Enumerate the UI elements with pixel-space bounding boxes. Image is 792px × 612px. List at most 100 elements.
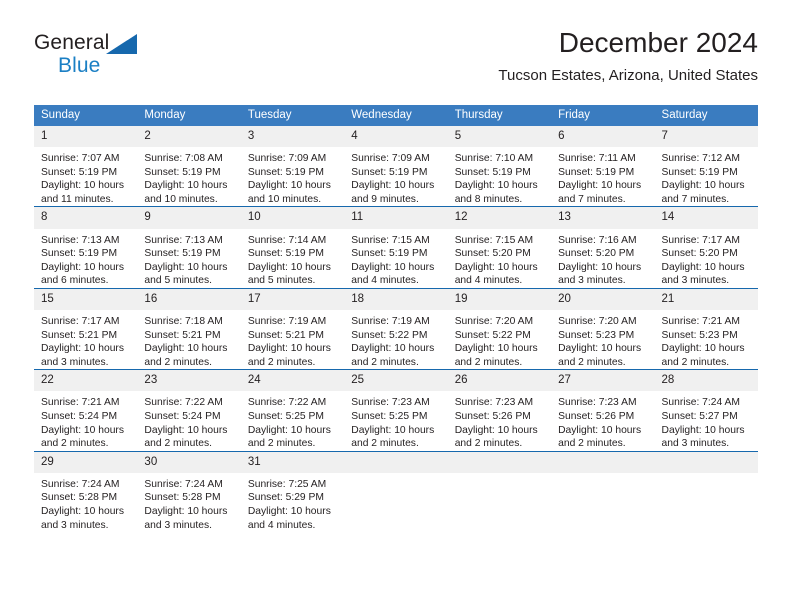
- day-detail-line: and 9 minutes.: [351, 193, 419, 205]
- day-detail-line: Daylight: 10 hours: [144, 180, 228, 192]
- day-detail-line: Daylight: 10 hours: [41, 180, 124, 192]
- day-number: [447, 451, 552, 473]
- day-detail-line: Daylight: 10 hours: [558, 424, 642, 436]
- day-number: 17: [240, 288, 345, 310]
- day-detail-line: Sunset: 5:19 PM: [351, 248, 428, 260]
- calendar-day-cell[interactable]: 24 Sunrise: 7:22 AM Sunset: 5:25 PM Dayligh…: [240, 369, 345, 452]
- day-detail-line: and 2 minutes.: [558, 438, 626, 450]
- day-details: Sunrise: 7:11 AM Sunset: 5:19 PM Daylight:…: [551, 147, 654, 206]
- calendar-day-cell[interactable]: 7 Sunrise: 7:12 AM Sunset: 5:19 PM Daylight…: [654, 126, 758, 207]
- page-title: December 2024: [558, 27, 758, 58]
- day-detail-line: Sunset: 5:28 PM: [144, 492, 221, 504]
- day-detail-line: and 3 minutes.: [661, 438, 730, 450]
- day-detail-line: Sunset: 5:24 PM: [41, 410, 118, 422]
- logo-triangle-icon: [106, 34, 137, 54]
- calendar-empty-cell: [551, 450, 655, 533]
- calendar-day-cell[interactable]: 23 Sunrise: 7:22 AM Sunset: 5:24 PM Dayligh…: [137, 369, 241, 452]
- day-details: Sunrise: 7:10 AM Sunset: 5:19 PM Daylight:…: [448, 147, 551, 206]
- day-number: 6: [551, 126, 655, 148]
- calendar-day-cell[interactable]: 19 Sunrise: 7:20 AM Sunset: 5:22 PM Dayligh…: [447, 287, 552, 370]
- day-number: 20: [551, 288, 655, 310]
- day-detail-line: and 7 minutes.: [558, 193, 626, 205]
- calendar-day-cell[interactable]: 14 Sunrise: 7:17 AM Sunset: 5:20 PM Dayligh…: [654, 206, 758, 289]
- logo-text-general: General: [34, 31, 110, 54]
- day-detail-line: and 3 minutes.: [558, 275, 626, 287]
- calendar-day-cell[interactable]: 1 Sunrise: 7:07 AM Sunset: 5:19 PM Daylight…: [34, 126, 138, 207]
- day-detail-line: Sunset: 5:21 PM: [144, 329, 221, 341]
- calendar-day-cell[interactable]: 17 Sunrise: 7:19 AM Sunset: 5:21 PM Dayligh…: [240, 287, 345, 370]
- day-details: Sunrise: 7:17 AM Sunset: 5:21 PM Daylight:…: [34, 310, 137, 369]
- weekday-header-wednesday: Wednesday: [344, 105, 448, 126]
- day-number: [654, 451, 758, 473]
- calendar-day-cell[interactable]: 16 Sunrise: 7:18 AM Sunset: 5:21 PM Dayligh…: [137, 287, 241, 370]
- calendar-day-cell[interactable]: 31 Sunrise: 7:25 AM Sunset: 5:29 PM Dayligh…: [240, 450, 345, 533]
- day-detail-line: Sunrise: 7:24 AM: [41, 478, 120, 490]
- day-details: Sunrise: 7:24 AM Sunset: 5:28 PM Daylight:…: [137, 473, 240, 532]
- day-detail-line: Sunrise: 7:25 AM: [247, 478, 327, 490]
- day-detail-line: Sunset: 5:20 PM: [661, 248, 738, 260]
- day-number: 11: [344, 207, 448, 229]
- day-detail-line: Daylight: 10 hours: [661, 180, 745, 192]
- day-detail-line: Sunset: 5:25 PM: [351, 410, 428, 422]
- day-detail-line: and 2 minutes.: [661, 356, 730, 368]
- calendar-day-cell[interactable]: 3 Sunrise: 7:09 AM Sunset: 5:19 PM Daylight…: [240, 126, 345, 207]
- calendar-day-cell[interactable]: 27 Sunrise: 7:23 AM Sunset: 5:26 PM Dayligh…: [551, 369, 655, 452]
- calendar-day-cell[interactable]: 9 Sunrise: 7:13 AM Sunset: 5:19 PM Daylight…: [137, 206, 241, 289]
- day-details: Sunrise: 7:22 AM Sunset: 5:25 PM Daylight:…: [241, 391, 344, 450]
- day-detail-line: Sunrise: 7:19 AM: [247, 315, 327, 327]
- day-detail-line: Sunset: 5:19 PM: [247, 248, 324, 260]
- calendar-day-cell[interactable]: 10 Sunrise: 7:14 AM Sunset: 5:19 PM Dayligh…: [240, 206, 345, 289]
- day-details: Sunrise: 7:19 AM Sunset: 5:21 PM Daylight:…: [241, 310, 344, 369]
- day-detail-line: Sunset: 5:25 PM: [247, 410, 324, 422]
- day-detail-line: and 8 minutes.: [454, 193, 523, 205]
- day-detail-line: Sunrise: 7:23 AM: [558, 397, 637, 409]
- calendar-day-cell[interactable]: 11 Sunrise: 7:15 AM Sunset: 5:19 PM Dayligh…: [344, 206, 448, 289]
- calendar-day-cell[interactable]: 15 Sunrise: 7:17 AM Sunset: 5:21 PM Dayligh…: [34, 287, 138, 370]
- day-detail-line: Sunset: 5:21 PM: [41, 329, 118, 341]
- calendar-day-cell[interactable]: 22 Sunrise: 7:21 AM Sunset: 5:24 PM Dayligh…: [34, 369, 138, 452]
- calendar-day-cell[interactable]: 8 Sunrise: 7:13 AM Sunset: 5:19 PM Daylight…: [34, 206, 138, 289]
- day-detail-line: Sunrise: 7:08 AM: [144, 153, 223, 165]
- day-details: Sunrise: 7:23 AM Sunset: 5:26 PM Daylight:…: [551, 391, 654, 450]
- calendar-day-cell[interactable]: 30 Sunrise: 7:24 AM Sunset: 5:28 PM Dayligh…: [137, 450, 241, 533]
- calendar-day-cell[interactable]: 12 Sunrise: 7:15 AM Sunset: 5:20 PM Dayligh…: [447, 206, 552, 289]
- day-details: Sunrise: 7:19 AM Sunset: 5:22 PM Daylight:…: [344, 310, 447, 369]
- day-detail-line: Sunrise: 7:24 AM: [144, 478, 223, 490]
- day-number: 26: [447, 370, 552, 392]
- day-detail-line: Daylight: 10 hours: [454, 424, 538, 436]
- day-number: 12: [447, 207, 552, 229]
- calendar-header-row: Sunday Monday Tuesday Wednesday Thursday…: [34, 105, 758, 126]
- weekday-header-tuesday: Tuesday: [240, 105, 345, 126]
- day-detail-line: Sunrise: 7:07 AM: [41, 153, 120, 165]
- calendar-day-cell[interactable]: 2 Sunrise: 7:08 AM Sunset: 5:19 PM Daylight…: [137, 126, 241, 207]
- day-detail-line: and 6 minutes.: [41, 275, 109, 287]
- day-details: Sunrise: 7:07 AM Sunset: 5:19 PM Daylight:…: [34, 147, 137, 206]
- day-detail-line: and 3 minutes.: [144, 519, 212, 531]
- day-detail-line: Sunset: 5:26 PM: [454, 410, 531, 422]
- calendar-day-cell[interactable]: 4 Sunrise: 7:09 AM Sunset: 5:19 PM Daylight…: [344, 126, 448, 207]
- general-blue-logo[interactable]: General Blue: [34, 32, 214, 88]
- day-detail-line: Daylight: 10 hours: [247, 180, 331, 192]
- calendar-day-cell[interactable]: 5 Sunrise: 7:10 AM Sunset: 5:19 PM Daylight…: [447, 126, 552, 207]
- calendar-day-cell[interactable]: 20 Sunrise: 7:20 AM Sunset: 5:23 PM Dayligh…: [551, 287, 655, 370]
- day-detail-line: Sunset: 5:22 PM: [351, 329, 428, 341]
- day-number: 18: [344, 288, 448, 310]
- calendar-day-cell[interactable]: 13 Sunrise: 7:16 AM Sunset: 5:20 PM Dayligh…: [551, 206, 655, 289]
- calendar-empty-cell: [654, 450, 758, 533]
- day-detail-line: Sunset: 5:19 PM: [558, 166, 635, 178]
- calendar-day-cell[interactable]: 21 Sunrise: 7:21 AM Sunset: 5:23 PM Dayligh…: [654, 287, 758, 370]
- calendar-day-cell[interactable]: 29 Sunrise: 7:24 AM Sunset: 5:28 PM Dayligh…: [34, 450, 138, 533]
- day-detail-line: Sunrise: 7:13 AM: [144, 234, 223, 246]
- day-detail-line: and 2 minutes.: [247, 438, 316, 450]
- page-subtitle: Tucson Estates, Arizona, United States: [498, 66, 758, 84]
- calendar-day-cell[interactable]: 18 Sunrise: 7:19 AM Sunset: 5:22 PM Dayligh…: [344, 287, 448, 370]
- day-number: 22: [34, 370, 138, 392]
- day-detail-line: Sunrise: 7:11 AM: [558, 153, 636, 165]
- calendar-week-row: 8 Sunrise: 7:13 AM Sunset: 5:19 PM Daylight…: [34, 206, 758, 289]
- calendar-day-cell[interactable]: 26 Sunrise: 7:23 AM Sunset: 5:26 PM Dayligh…: [447, 369, 552, 452]
- day-detail-line: Sunrise: 7:23 AM: [454, 397, 534, 409]
- calendar-day-cell[interactable]: 25 Sunrise: 7:23 AM Sunset: 5:25 PM Dayligh…: [344, 369, 448, 452]
- calendar-day-cell[interactable]: 6 Sunrise: 7:11 AM Sunset: 5:19 PM Daylight…: [551, 126, 655, 207]
- day-details: Sunrise: 7:13 AM Sunset: 5:19 PM Daylight:…: [137, 229, 240, 288]
- calendar-day-cell[interactable]: 28 Sunrise: 7:24 AM Sunset: 5:27 PM Dayligh…: [654, 369, 758, 452]
